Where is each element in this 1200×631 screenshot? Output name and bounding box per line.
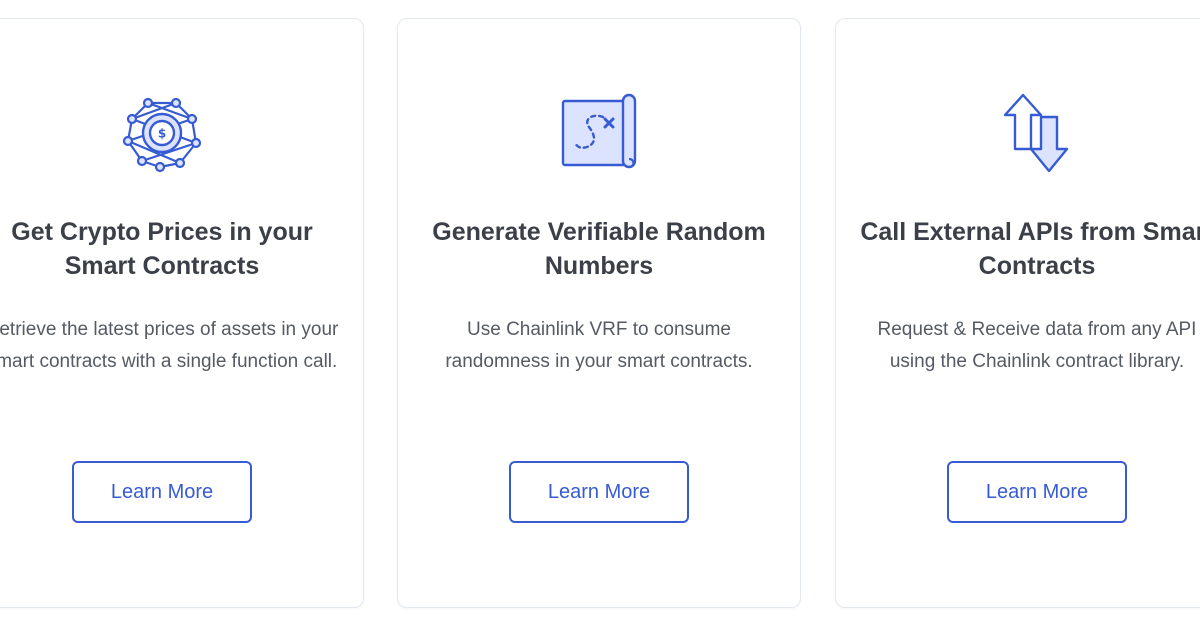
learn-more-button[interactable]: Learn More	[72, 461, 252, 523]
svg-text:$: $	[158, 127, 166, 141]
crypto-network-coin-icon: $	[120, 91, 204, 175]
card-title: Generate Verifiable Random Numbers	[432, 218, 766, 280]
feature-card-random-numbers: Generate Verifiable Random Numbers Use C…	[397, 18, 801, 608]
feature-card-crypto-prices: $ Get Crypto Prices in your Smart Contra…	[0, 18, 364, 608]
card-title: Call External APIs from Smart Contracts	[860, 218, 1200, 280]
card-title: Get Crypto Prices in your Smart Contract…	[11, 218, 313, 280]
learn-more-button[interactable]: Learn More	[947, 461, 1127, 523]
card-description: Request & Receive data from any API usin…	[877, 319, 1197, 372]
swap-arrows-icon	[995, 91, 1079, 175]
card-description: Use Chainlink VRF to consume randomness …	[445, 319, 753, 372]
feature-cards-section: $ Get Crypto Prices in your Smart Contra…	[0, 0, 1200, 631]
card-description: Retrieve the latest prices of assets in …	[0, 319, 339, 372]
treasure-map-scroll-icon	[557, 91, 641, 175]
learn-more-button[interactable]: Learn More	[509, 461, 689, 523]
feature-card-external-apis: Call External APIs from Smart Contracts …	[835, 18, 1200, 608]
